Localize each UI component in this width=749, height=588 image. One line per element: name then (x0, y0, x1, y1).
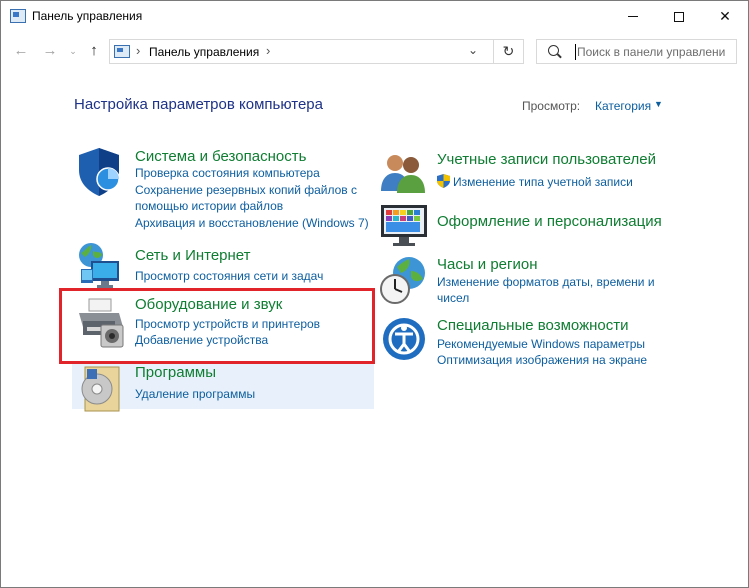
refresh-button[interactable]: ↻ (493, 39, 523, 64)
view-by-dropdown[interactable]: Категория (595, 99, 651, 113)
close-button[interactable]: ✕ (702, 1, 748, 32)
link-change-date-time-formats[interactable]: Изменение форматов даты, времени и (437, 274, 655, 290)
highlight-box (59, 288, 375, 364)
control-panel-icon (10, 9, 26, 23)
search-input[interactable] (577, 44, 735, 60)
maximize-icon (674, 11, 684, 22)
link-file-history-backup[interactable]: Сохранение резервных копий файлов с (135, 182, 357, 198)
view-by-label: Просмотр: (522, 99, 581, 113)
category-system-security[interactable]: Система и безопасность (135, 148, 306, 165)
category-programs[interactable]: Программы (135, 364, 216, 381)
back-button[interactable]: ← (12, 42, 30, 59)
view-by-caret-down-icon[interactable]: ▼ (654, 99, 663, 109)
breadcrumb-chevron-right-icon[interactable]: › (266, 43, 270, 58)
up-button[interactable]: ↑ (85, 42, 103, 59)
minimize-button[interactable] (610, 1, 656, 32)
clock-globe-icon[interactable] (379, 255, 429, 305)
category-ease-of-access[interactable]: Специальные возможности (437, 317, 629, 334)
uac-shield-icon (437, 174, 450, 188)
title-bar: Панель управления ✕ (1, 1, 748, 32)
close-icon: ✕ (719, 8, 731, 24)
link-network-status[interactable]: Просмотр состояния сети и задач (135, 268, 323, 284)
control-panel-icon (114, 45, 130, 58)
shield-icon[interactable] (75, 146, 127, 198)
link-change-date-time-formats-cont[interactable]: чисел (437, 290, 469, 306)
breadcrumb-chevron-right-icon[interactable]: › (136, 43, 140, 58)
category-user-accounts[interactable]: Учетные записи пользователей (437, 151, 656, 168)
maximize-button[interactable] (656, 1, 702, 32)
category-clock-region[interactable]: Часы и регион (437, 256, 538, 273)
forward-button[interactable]: → (41, 42, 59, 59)
window-title: Панель управления (32, 9, 143, 23)
search-icon (548, 45, 559, 56)
link-recommended-settings[interactable]: Рекомендуемые Windows параметры (437, 336, 645, 352)
page-title: Настройка параметров компьютера (74, 96, 323, 113)
address-bar[interactable]: › Панель управления › ⌄ (109, 39, 524, 64)
minimize-icon (628, 16, 638, 17)
accessibility-icon[interactable] (381, 316, 427, 362)
address-dropdown-chevron-down-icon[interactable]: ⌄ (468, 43, 478, 57)
monitor-palette-icon[interactable] (379, 201, 429, 249)
recent-locations-chevron-down-icon[interactable]: ⌄ (64, 46, 82, 57)
network-globe-icon[interactable] (75, 241, 127, 293)
breadcrumb-control-panel[interactable]: Панель управления (149, 45, 259, 59)
category-appearance-personalization[interactable]: Оформление и персонализация (437, 213, 662, 230)
text-cursor (575, 44, 576, 60)
link-check-computer-status[interactable]: Проверка состояния компьютера (135, 165, 320, 181)
category-network-internet[interactable]: Сеть и Интернет (135, 247, 251, 264)
users-icon[interactable] (379, 151, 427, 195)
link-uninstall-program[interactable]: Удаление программы (135, 386, 255, 402)
refresh-icon: ↻ (502, 43, 515, 59)
link-change-account-type[interactable]: Изменение типа учетной записи (453, 174, 633, 190)
link-optimize-display[interactable]: Оптимизация изображения на экране (437, 352, 647, 368)
control-panel-window: Панель управления ✕ ← → ⌄ ↑ › Панель упр… (0, 0, 749, 588)
search-box[interactable] (536, 39, 737, 64)
link-backup-restore[interactable]: Архивация и восстановление (Windows 7) (135, 215, 369, 231)
navigation-bar: ← → ⌄ ↑ › Панель управления › ⌄ ↻ (1, 32, 748, 72)
link-file-history-backup-cont[interactable]: помощью истории файлов (135, 198, 283, 214)
programs-disc-icon[interactable] (75, 363, 127, 415)
